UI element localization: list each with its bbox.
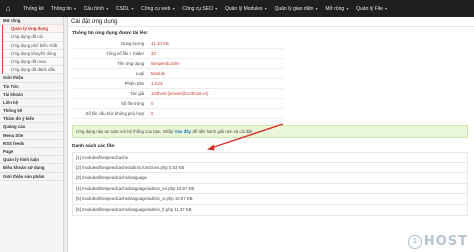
info-label: Tổng số file + folder — [106, 51, 144, 56]
sidebar-item[interactable]: Quản lý hình luận — [0, 156, 63, 165]
nav-item-label: Mở rộng — [325, 5, 345, 12]
watermark-text: HOST — [423, 234, 468, 249]
info-value: 33 — [151, 51, 156, 56]
sidebar-items: Mở rộng Quản lý ứng dụng Ứng dụng đã cài Ứn… — [0, 17, 63, 181]
nav-item[interactable]: Công cụ SEO ▼ — [182, 6, 218, 12]
sidebar-item[interactable]: Quản lý ứng dụng — [3, 25, 63, 34]
file-row: [4] modules/litespeedcache/language/admi… — [72, 183, 468, 195]
nav-item-label: Cấu hình — [83, 5, 104, 12]
chevron-down-icon: ▼ — [214, 6, 218, 11]
top-nav-items: Thống kê Thông tin ▼ Cấu hình ▼ CSDL ▼ Công cụ … — [16, 6, 388, 12]
info-value: 41.10 KB — [151, 41, 169, 46]
info-label: Số file trùng — [121, 101, 144, 106]
info-value: 0 — [151, 111, 154, 116]
nav-item[interactable]: Quản lý Modules ▼ — [225, 6, 268, 12]
info-label: Phiên bản — [124, 81, 144, 86]
nav-item-label: Quản lý Modules — [224, 5, 263, 12]
sidebar-item[interactable]: Ứng dụng khuyến dùng — [3, 49, 63, 58]
sidebar-item[interactable]: Thăm dò ý kiến — [0, 115, 63, 124]
info-row: Phiên bản 1.0.01 — [73, 79, 283, 89]
nav-item-label: Công cụ web — [141, 5, 171, 12]
page-title: Cài đặt ứng dụng — [68, 17, 474, 27]
sidebar-item[interactable]: Ứng dụng phổ biến nhất — [3, 41, 63, 50]
info-value: litespeedcache — [151, 61, 180, 66]
file-row: [5] modules/litespeedcache/language/admi… — [72, 194, 468, 205]
chevron-down-icon: ▼ — [171, 6, 176, 11]
sidebar-item[interactable]: Tin Tức — [0, 83, 63, 91]
info-row: Loại Module — [73, 69, 283, 79]
info-row: Số file cấu trúc không phù hợp 0 — [73, 109, 283, 119]
files-section-title: Danh sách các file: — [72, 144, 116, 149]
sidebar-item[interactable]: Liên hệ — [0, 99, 63, 108]
main-content: Cài đặt ứng dụng Thông tin ứng dụng được… — [67, 17, 474, 252]
nav-item-label: Thống kê — [23, 5, 44, 12]
nav-item[interactable]: Công cụ web ▼ — [141, 6, 175, 12]
info-label: Tên ứng dụng — [116, 61, 144, 66]
nav-item[interactable]: Mở rộng ▼ — [325, 6, 349, 12]
sidebar-item[interactable]: Thống kê — [0, 107, 63, 116]
chevron-down-icon: ▼ — [73, 6, 77, 11]
watermark-mark: 1 — [407, 234, 422, 249]
info-label: Dung lượng — [121, 41, 144, 46]
info-row: Số file trùng 0 — [73, 99, 283, 109]
safety-notice: Ứng dụng này an toàn với hệ thống của bạ… — [72, 125, 468, 138]
info-table: Dung lượng 41.10 KB Tổng số file + folder 3… — [73, 39, 283, 119]
nav-item-label: CSDL — [115, 5, 130, 12]
nav-item[interactable]: Quản lý File ▼ — [356, 6, 388, 12]
sidebar-item[interactable]: Mở rộng — [0, 17, 63, 26]
chevron-down-icon: ▼ — [105, 6, 109, 11]
home-icon[interactable]: ⌂ — [0, 0, 16, 17]
info-label: Số file cấu trúc không phù hợp — [85, 111, 144, 116]
sidebar-item[interactable]: RSS feeds — [0, 140, 63, 148]
nav-item-label: Công cụ SEO — [182, 5, 213, 12]
nav-item[interactable]: CSDL ▼ — [116, 6, 134, 12]
chevron-down-icon: ▼ — [384, 6, 388, 11]
info-value: 1.0.01 — [151, 81, 163, 86]
info-label: Tác giả — [129, 91, 144, 96]
nav-item[interactable]: Cấu hình ▼ — [84, 6, 109, 12]
nav-item-label: Quản lý File — [356, 5, 383, 12]
sidebar-item[interactable]: Giới thiệu — [0, 74, 63, 83]
info-label: Loại — [135, 71, 144, 76]
info-value: 123host (tenviet@123host.vn) — [151, 91, 209, 96]
sidebar-item[interactable]: Tài khoản — [0, 91, 63, 99]
info-row: Dung lượng 41.10 KB — [73, 39, 283, 49]
info-section-title: Thông tin ứng dụng được tải lên: — [72, 31, 149, 36]
sidebar-item[interactable]: Ứng dụng đã đánh dấu — [3, 66, 63, 75]
watermark-logo: 1 HOST — [407, 234, 468, 249]
sidebar-item[interactable]: Điều khoản sử dụng — [0, 164, 63, 173]
top-navigation-bar: ⌂ Thống kê Thông tin ▼ Cấu hình ▼ CSDL ▼ Công c… — [0, 0, 474, 17]
info-row: Tác giả 123host (tenviet@123host.vn) — [73, 89, 283, 99]
file-list: [1] modules/litespeedcache [2] modules/li… — [72, 152, 468, 216]
sidebar-item[interactable]: Ứng dụng đã cài — [3, 33, 63, 42]
chevron-down-icon: ▼ — [345, 6, 350, 11]
chevron-down-icon: ▼ — [130, 6, 135, 11]
sidebar-item[interactable]: Giới thiệu sản phẩm — [0, 173, 63, 181]
info-row: Tổng số file + folder 33 — [73, 49, 283, 59]
notice-text-before: Ứng dụng này an toàn với hệ thống của bạ… — [76, 129, 174, 134]
nav-item-label: Quản lý giao diện — [274, 5, 314, 12]
file-row: [2] modules/litespeedcache/admin.functio… — [72, 162, 468, 174]
info-value: 0 — [151, 101, 154, 106]
nav-item[interactable]: Thông tin ▼ — [51, 6, 77, 12]
sidebar-item[interactable]: Page — [0, 148, 63, 157]
file-row: [1] modules/litespeedcache — [72, 152, 468, 163]
notice-text-after: để tiến hành giải nén và cài đặt — [192, 129, 253, 134]
nav-item[interactable]: Thống kê — [23, 6, 44, 12]
sidebar-subgroup: Quản lý ứng dụng Ứng dụng đã cài Ứng dụng … — [2, 25, 63, 75]
nav-item-label: Thông tin — [50, 5, 72, 12]
chevron-down-icon: ▼ — [314, 6, 319, 11]
sidebar: Mở rộng Quản lý ứng dụng Ứng dụng đã cài Ứn… — [0, 17, 64, 252]
file-row: [3] modules/litespeedcache/language — [72, 173, 468, 184]
info-value: Module — [151, 71, 166, 76]
sidebar-item[interactable]: Menu Site — [0, 132, 63, 140]
chevron-down-icon: ▼ — [264, 6, 268, 11]
sidebar-item[interactable]: Quảng cáo — [0, 123, 63, 132]
sidebar-item[interactable]: Ứng dụng đã mua — [3, 57, 63, 67]
nav-item[interactable]: Quản lý giao diện ▼ — [274, 6, 318, 12]
info-row: Tên ứng dụng litespeedcache — [73, 59, 283, 69]
install-link[interactable]: Vào đây — [175, 129, 191, 134]
file-row: [6] modules/litespeedcache/language/admi… — [72, 204, 468, 216]
